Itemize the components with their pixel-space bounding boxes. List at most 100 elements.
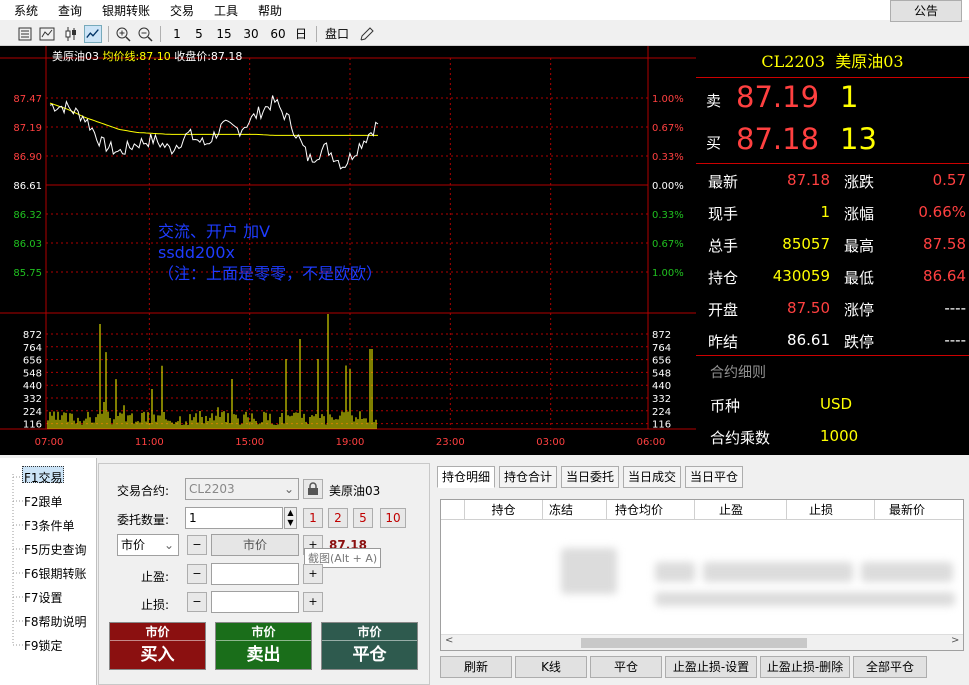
stat-label: 最高	[844, 237, 875, 255]
overlay-line-3: （注：上面是零零，不是欧欧）	[158, 264, 383, 283]
tab-today-closed[interactable]: 当日平仓	[685, 466, 743, 488]
refresh-button[interactable]: 刷新	[440, 656, 512, 678]
stat-value: 1	[820, 203, 830, 221]
volume-tick-label: 656	[23, 356, 42, 367]
qty-preset-2[interactable]: 2	[328, 508, 348, 528]
price-input[interactable]: 市价	[211, 534, 299, 556]
scroll-left-icon[interactable]: <	[445, 635, 453, 646]
pct-tick-label: 0.67%	[652, 123, 684, 134]
pct-tick-label: 0.67%	[652, 239, 684, 250]
nav-item[interactable]: F8帮助说明	[24, 613, 87, 630]
set-tp-sl-button[interactable]: 止盈止损-设置	[665, 656, 757, 678]
menu-query[interactable]: 查询	[58, 2, 82, 19]
sell-button[interactable]: 市价 卖出	[215, 622, 312, 670]
column-header[interactable]: 最新价	[875, 500, 963, 520]
buy-button[interactable]: 市价 买入	[109, 622, 206, 670]
period-30min[interactable]: 30	[241, 25, 261, 43]
zoom-out-icon[interactable]	[136, 25, 154, 43]
tab-today-trades[interactable]: 当日成交	[623, 466, 681, 488]
period-day[interactable]: 日	[294, 25, 308, 43]
period-5min[interactable]: 5	[192, 25, 206, 43]
tab-position-summary[interactable]: 持仓合计	[499, 466, 557, 488]
column-header[interactable]: 止损	[787, 500, 875, 520]
stat-value: 86.61	[787, 331, 830, 349]
column-header[interactable]	[441, 500, 465, 520]
qty-stepper[interactable]: ▲ ▼	[284, 507, 297, 529]
price-chart[interactable]: 87.47 1.00% 87.19 0.67% 86.90 0.33% 86.61 0.00%…	[0, 46, 696, 455]
stat-value: 85057	[782, 235, 830, 253]
positions-table[interactable]: 持仓 冻结 持仓均价 止盈 止损 最新价 < >	[440, 499, 964, 651]
nav-item[interactable]: F6银期转账	[24, 565, 87, 582]
period-15min[interactable]: 15	[214, 25, 234, 43]
sell-button-type: 市价	[216, 623, 311, 641]
menu-help[interactable]: 帮助	[258, 2, 282, 19]
period-1min[interactable]: 1	[170, 25, 184, 43]
column-header[interactable]: 持仓	[465, 500, 543, 520]
time-tick-label: 15:00	[235, 437, 264, 448]
tab-today-orders[interactable]: 当日委托	[561, 466, 619, 488]
redacted-row	[561, 548, 617, 594]
price-minus-button[interactable]: −	[187, 535, 207, 555]
delete-tp-sl-button[interactable]: 止盈止损-删除	[760, 656, 850, 678]
notice-button[interactable]: 公告	[890, 0, 962, 22]
stop-loss-plus[interactable]: +	[303, 592, 323, 612]
stop-loss-input[interactable]	[211, 591, 299, 613]
menu-bank-transfer[interactable]: 银期转账	[102, 2, 150, 19]
horizontal-scrollbar[interactable]: < >	[441, 634, 963, 650]
take-profit-minus[interactable]: −	[187, 564, 207, 584]
tab-position-detail[interactable]: 持仓明细	[437, 466, 495, 488]
ask-label: 卖	[706, 92, 722, 110]
stat-label: 昨结	[708, 333, 739, 351]
nav-item[interactable]: F5历史查询	[24, 541, 87, 558]
pencil-icon[interactable]	[358, 25, 376, 43]
stat-value: 430059	[772, 267, 830, 285]
overlay-line-1: 交流、开户 加V	[158, 222, 271, 241]
lock-icon[interactable]	[303, 479, 323, 499]
column-header[interactable]: 冻结	[543, 500, 607, 520]
take-profit-input[interactable]	[211, 563, 299, 585]
time-tick-label: 19:00	[336, 437, 365, 448]
line-chart-icon[interactable]	[84, 25, 102, 43]
stat-value: ----	[944, 299, 966, 317]
close-selected-button[interactable]: 平仓	[590, 656, 662, 678]
column-header[interactable]: 持仓均价	[607, 500, 695, 520]
menubar: 系统 查询 银期转账 交易 工具 帮助	[0, 0, 969, 20]
left-nav: F1交易 F2跟单 F3条件单 F5历史查询 F6银期转账 F7设置 F8帮助说明 F9锁定	[0, 458, 97, 685]
kline-button[interactable]: K线	[515, 656, 587, 678]
close-position-button[interactable]: 市价 平仓	[321, 622, 418, 670]
nav-item[interactable]: F9锁定	[24, 637, 63, 654]
chevron-down-icon: ⌄	[283, 482, 294, 496]
menu-tools[interactable]: 工具	[214, 2, 238, 19]
contract-select[interactable]: CL2203 ⌄	[185, 478, 299, 500]
column-header[interactable]: 止盈	[695, 500, 787, 520]
quote-row: 最新 87.18 涨跌 0.57	[696, 166, 969, 198]
scroll-thumb[interactable]	[581, 638, 807, 648]
menu-trade[interactable]: 交易	[170, 2, 194, 19]
period-60min[interactable]: 60	[268, 25, 288, 43]
qty-preset-1[interactable]: 1	[303, 508, 323, 528]
nav-item[interactable]: F7设置	[24, 589, 63, 606]
stat-label: 持仓	[708, 269, 739, 287]
list-icon[interactable]	[16, 25, 34, 43]
menu-system[interactable]: 系统	[14, 2, 38, 19]
volume-tick-label: 224	[23, 407, 42, 418]
qty-input[interactable]: 1	[185, 507, 283, 529]
price-type-select[interactable]: 市价 ⌄	[117, 534, 179, 556]
nav-item[interactable]: F3条件单	[24, 517, 75, 534]
scroll-right-icon[interactable]: >	[951, 635, 959, 646]
nav-item[interactable]: F2跟单	[24, 493, 63, 510]
chart-window-icon[interactable]	[38, 25, 56, 43]
stop-loss-minus[interactable]: −	[187, 592, 207, 612]
close-all-button[interactable]: 全部平仓	[853, 656, 927, 678]
stat-label: 涨停	[844, 301, 875, 319]
qty-preset-10[interactable]: 10	[380, 508, 406, 528]
pankou-button[interactable]: 盘口	[324, 25, 350, 43]
take-profit-plus[interactable]: +	[303, 564, 323, 584]
candlestick-icon[interactable]	[62, 25, 80, 43]
qty-preset-5[interactable]: 5	[353, 508, 373, 528]
volume-tick-label: 548	[652, 368, 671, 379]
time-tick-label: 03:00	[536, 437, 565, 448]
zoom-in-icon[interactable]	[114, 25, 132, 43]
nav-item[interactable]: F1交易	[24, 469, 63, 486]
quote-row: 现手 1 涨幅 0.66%	[696, 198, 969, 230]
